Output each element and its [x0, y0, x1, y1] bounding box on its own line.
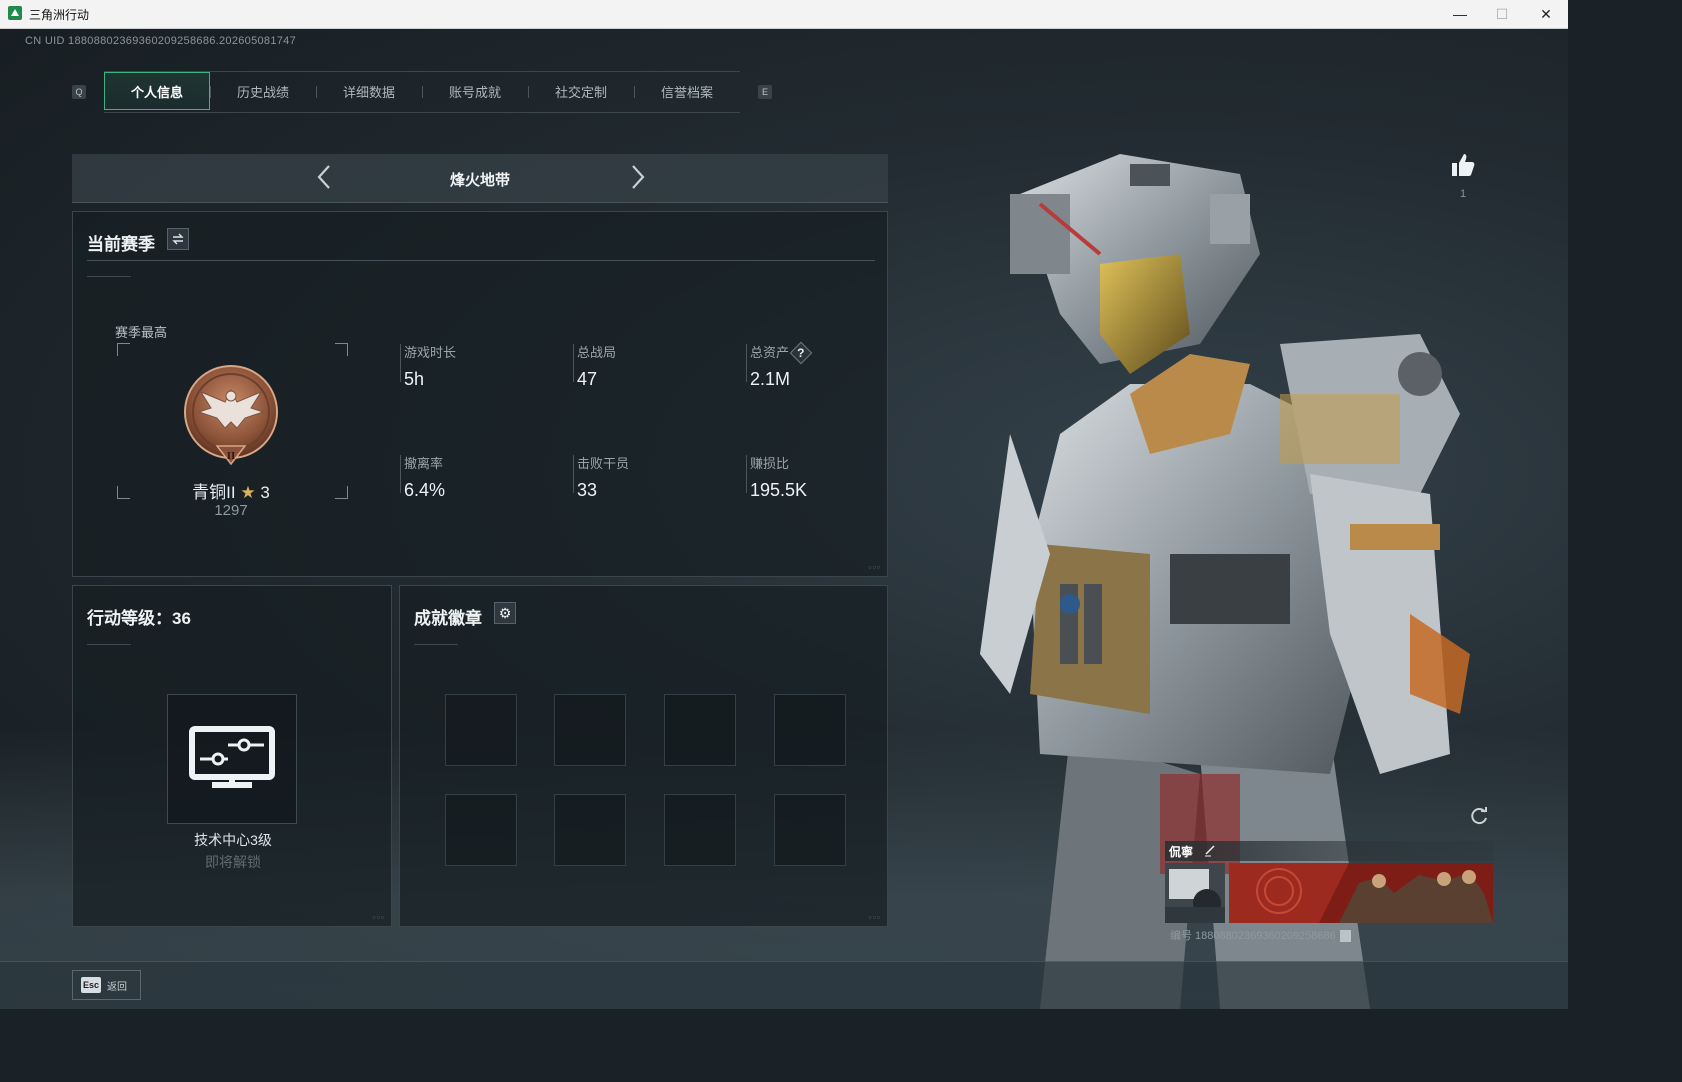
panel-corner-mark: ▫▫▫	[868, 912, 881, 922]
stat-label: 撤离率	[404, 456, 444, 471]
minimize-button[interactable]: —	[1438, 0, 1482, 28]
profile-tabs: Q 个人信息 历史战绩 详细数据 账号成就 社交定制 信誉档案 E	[66, 71, 776, 113]
unlock-name: 技术中心3级	[194, 832, 272, 848]
refresh-icon[interactable]	[1468, 805, 1490, 827]
rank-name: 青铜II ★ 3	[133, 478, 329, 503]
badge-slot[interactable]	[445, 794, 517, 866]
edit-pencil-icon[interactable]	[1203, 843, 1217, 857]
badge-slot[interactable]	[664, 694, 736, 766]
switch-season-button[interactable]	[167, 228, 189, 250]
rank-bronze-emblem-icon: II	[184, 365, 278, 466]
next-tab-key-hint[interactable]: E	[758, 85, 772, 99]
operation-level-panel: 行动等级：36 技术中心3级 即将解锁 ▫▫▫	[72, 585, 392, 927]
level-title: 行动等级：36	[87, 609, 191, 628]
card-header: 侃寧	[1165, 841, 1493, 861]
stat-total-assets: 总资产? 2.1M	[745, 341, 813, 390]
bottom-bar: Esc 返回	[0, 961, 1568, 1009]
app-logo-icon	[8, 6, 22, 20]
prev-tab-key-hint[interactable]: Q	[72, 85, 86, 99]
back-label: 返回	[107, 981, 127, 993]
stat-label: 游戏时长	[404, 345, 457, 360]
panel-corner-mark: ▫▫▫	[372, 912, 385, 922]
achievement-badges-panel: 成就徽章 ⚙ ▫▫▫	[399, 585, 888, 927]
mode-label: 烽火地带	[449, 172, 510, 189]
player-banner	[1229, 863, 1493, 923]
stat-label: 赚损比	[750, 456, 790, 471]
uid-line: CN UID 18808802369360209258686.202605081…	[25, 35, 297, 47]
like-count: 1	[1459, 188, 1467, 200]
badge-slot[interactable]	[445, 694, 517, 766]
stat-profit-ratio: 赚损比 195.5K	[745, 453, 808, 501]
divider	[414, 644, 458, 645]
help-icon[interactable]: ?	[789, 341, 813, 365]
badge-settings-button[interactable]: ⚙	[494, 602, 516, 624]
stat-total-matches: 总战局 47	[572, 342, 617, 390]
player-id: 编号 18808802369360209258686	[1170, 927, 1351, 943]
game-viewport: CN UID 18808802369360209258686.202605081…	[0, 29, 1568, 1009]
rank-numeral: II	[227, 450, 236, 462]
stat-label: 击败干员	[577, 456, 630, 471]
maximize-button[interactable]: ☐	[1480, 0, 1524, 28]
window-title: 三角洲行动	[29, 8, 90, 22]
divider	[87, 276, 131, 277]
tab-social-custom[interactable]: 社交定制	[528, 72, 634, 110]
badge-slot[interactable]	[554, 794, 626, 866]
stat-label: 总资产?	[750, 341, 813, 365]
rank-stars: 3	[260, 483, 270, 502]
player-name: 侃寧	[1169, 845, 1194, 859]
tech-center-unlock[interactable]	[167, 694, 297, 824]
copy-icon[interactable]	[1339, 930, 1351, 943]
tab-match-history[interactable]: 历史战绩	[210, 72, 316, 110]
season-title: 当前赛季	[87, 235, 155, 254]
tab-credit-record[interactable]: 信誉档案	[634, 72, 740, 110]
back-button[interactable]: Esc 返回	[72, 970, 141, 1000]
unlock-status: 即将解锁	[205, 854, 261, 870]
current-season-panel: 当前赛季 赛季最高 II 青铜II ★ 3 1297 游戏时长 5h 总战局 4…	[72, 211, 888, 577]
tab-detailed-data[interactable]: 详细数据	[316, 72, 422, 110]
close-button[interactable]: ✕	[1524, 0, 1568, 28]
player-avatar	[1165, 863, 1225, 923]
frame-corner	[335, 486, 348, 499]
divider	[87, 644, 131, 645]
stat-play-time: 游戏时长 5h	[399, 342, 457, 390]
tech-center-icon	[189, 726, 275, 788]
panel-corner-mark: ▫▫▫	[868, 562, 881, 572]
badge-slot[interactable]	[664, 794, 736, 866]
thumbs-up-icon[interactable]	[1449, 151, 1477, 179]
tab-bar: 个人信息 历史战绩 详细数据 账号成就 社交定制 信誉档案	[104, 71, 740, 113]
gear-icon: ⚙	[498, 605, 512, 621]
star-icon: ★	[240, 483, 256, 502]
season-best-label: 赛季最高	[115, 325, 168, 340]
badge-slot[interactable]	[774, 694, 846, 766]
rank-score: 1297	[214, 502, 248, 519]
tab-achievements[interactable]: 账号成就	[422, 72, 528, 110]
esc-key-hint: Esc	[81, 977, 101, 993]
divider	[87, 260, 875, 261]
frame-corner	[117, 486, 130, 499]
window-titlebar: 三角洲行动 — ☐ ✕	[0, 0, 1568, 29]
player-card[interactable]: 侃寧	[1165, 841, 1493, 923]
stat-value: 33	[577, 480, 598, 500]
swap-icon	[172, 233, 184, 245]
stat-value: 6.4%	[404, 480, 446, 500]
stat-operators-killed: 击败干员 33	[572, 453, 630, 501]
badge-slot[interactable]	[774, 794, 846, 866]
chevron-right-icon[interactable]	[622, 162, 652, 192]
stat-value: 2.1M	[750, 369, 791, 389]
stat-label: 总战局	[577, 345, 617, 360]
mode-selector: 烽火地带	[72, 154, 888, 203]
badge-slot[interactable]	[554, 694, 626, 766]
stat-value: 47	[577, 369, 598, 389]
rank-title: 青铜II	[192, 483, 236, 502]
stat-extract-rate: 撤离率 6.4%	[399, 453, 446, 501]
stat-value: 5h	[404, 369, 425, 389]
stat-value: 195.5K	[750, 480, 808, 500]
frame-corner	[335, 343, 348, 356]
frame-corner	[117, 343, 130, 356]
badges-title: 成就徽章	[414, 609, 482, 628]
tab-personal-info[interactable]: 个人信息	[104, 72, 210, 110]
